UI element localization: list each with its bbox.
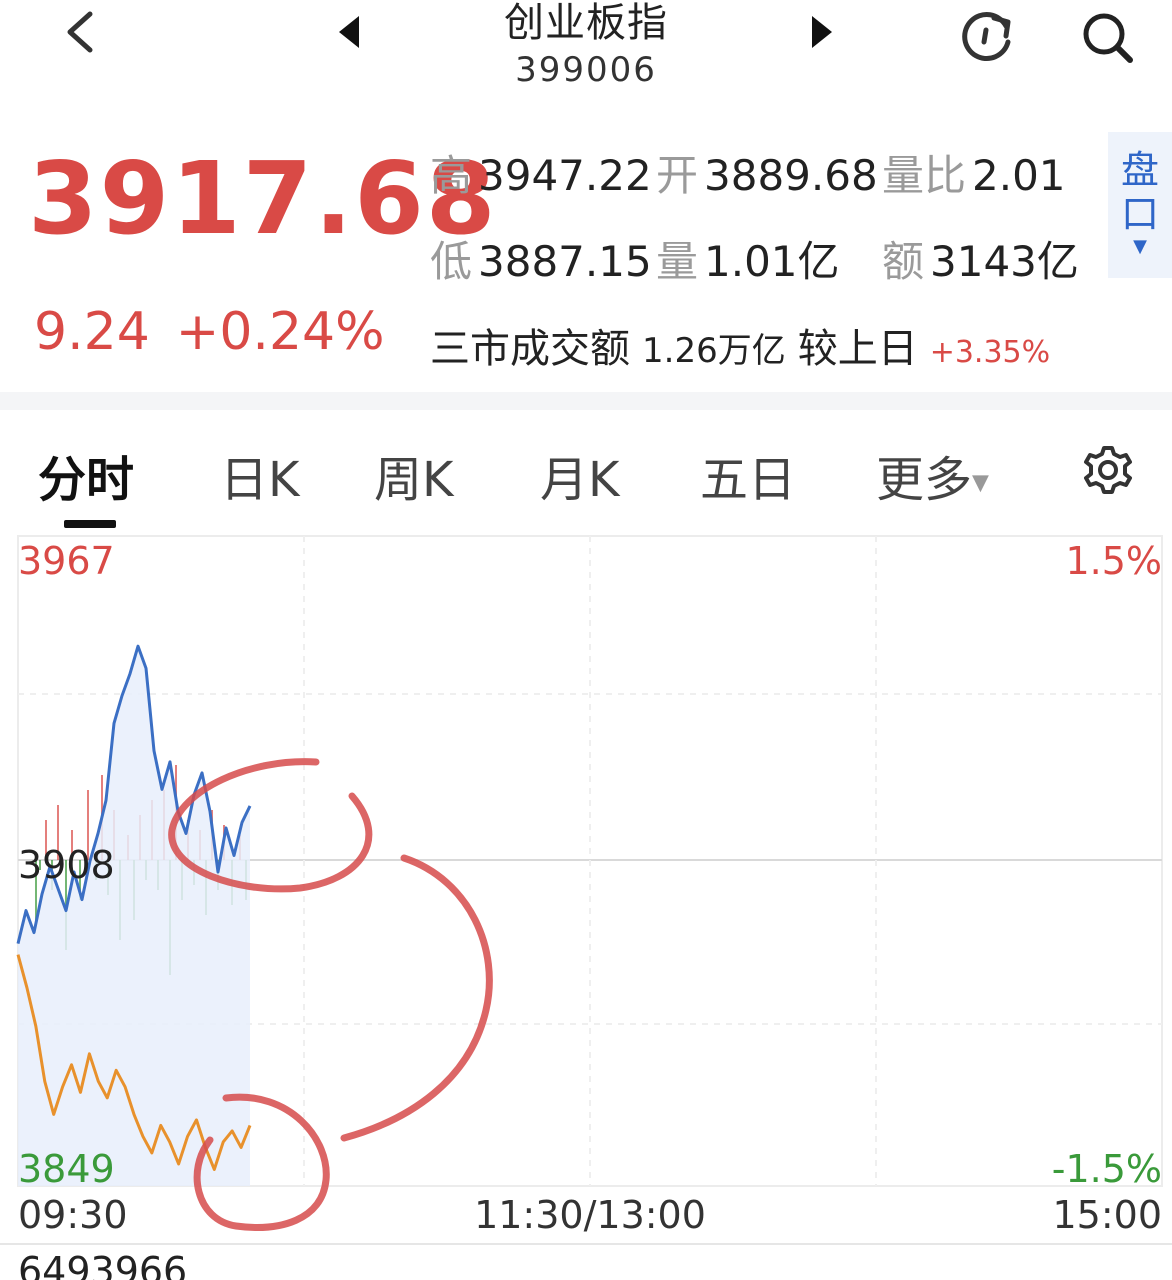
- previous-index-icon[interactable]: [333, 14, 363, 50]
- time-end-label: 15:00: [1052, 1193, 1162, 1237]
- y-axis-top-label: 3967: [18, 539, 115, 583]
- dropdown-arrow-icon: ▼: [972, 470, 989, 496]
- top-bar: 创业板指 399006: [0, 0, 1172, 110]
- time-start-label: 09:30: [18, 1193, 128, 1237]
- amount-stat: 额 3143亿: [882, 237, 1079, 286]
- low-stat: 低 3887.15: [430, 237, 652, 286]
- index-title: 创业板指: [504, 0, 668, 46]
- tab-five-day[interactable]: 五日: [700, 440, 796, 510]
- back-arrow-icon[interactable]: [56, 6, 106, 58]
- volume-stat: 量 1.01亿: [656, 237, 840, 286]
- expand-down-icon: ▼: [1133, 236, 1147, 257]
- index-area-fill: [18, 646, 250, 1186]
- next-index-icon[interactable]: [808, 14, 838, 50]
- search-icon[interactable]: [1076, 6, 1138, 66]
- volume-value-label: 6493966: [18, 1249, 187, 1280]
- y-axis-bottom-label: 3849: [18, 1147, 115, 1191]
- refresh-icon[interactable]: [956, 6, 1022, 66]
- price-change: 9.24 +0.24%: [34, 302, 385, 362]
- y-axis-mid-label: 3908: [18, 843, 115, 887]
- gear-icon[interactable]: [1082, 444, 1134, 496]
- section-divider: [0, 392, 1172, 410]
- index-code: 399006: [515, 50, 657, 90]
- change-value: 9.24: [34, 302, 150, 362]
- change-percent: +0.24%: [175, 302, 385, 362]
- intraday-chart[interactable]: 3967 3908 3849 1.5% -1.5% 09:30 11:30/13…: [0, 530, 1172, 1280]
- pct-axis-bottom-label: -1.5%: [1052, 1147, 1162, 1191]
- tab-intraday[interactable]: 分时: [38, 440, 134, 510]
- time-mid-label: 11:30/13:00: [474, 1193, 706, 1237]
- tab-daily-k[interactable]: 日K: [220, 440, 299, 510]
- pct-axis-top-label: 1.5%: [1065, 539, 1162, 583]
- volume-ratio-stat: 量比 2.01: [882, 151, 1066, 200]
- active-tab-indicator: [64, 520, 116, 528]
- current-price: 3917.68: [28, 140, 498, 257]
- high-stat: 高 3947.22: [430, 151, 652, 200]
- tab-monthly-k[interactable]: 月K: [540, 440, 619, 510]
- open-stat: 开 3889.68: [656, 151, 878, 200]
- tab-more[interactable]: 更多▼: [876, 440, 989, 510]
- tab-weekly-k[interactable]: 周K: [374, 440, 453, 510]
- pankou-button[interactable]: 盘 口 ▼: [1108, 132, 1172, 278]
- annotation-arc: [340, 854, 493, 1142]
- market-turnover: 三市成交额 1.26万亿 较上日 +3.35%: [430, 326, 1051, 372]
